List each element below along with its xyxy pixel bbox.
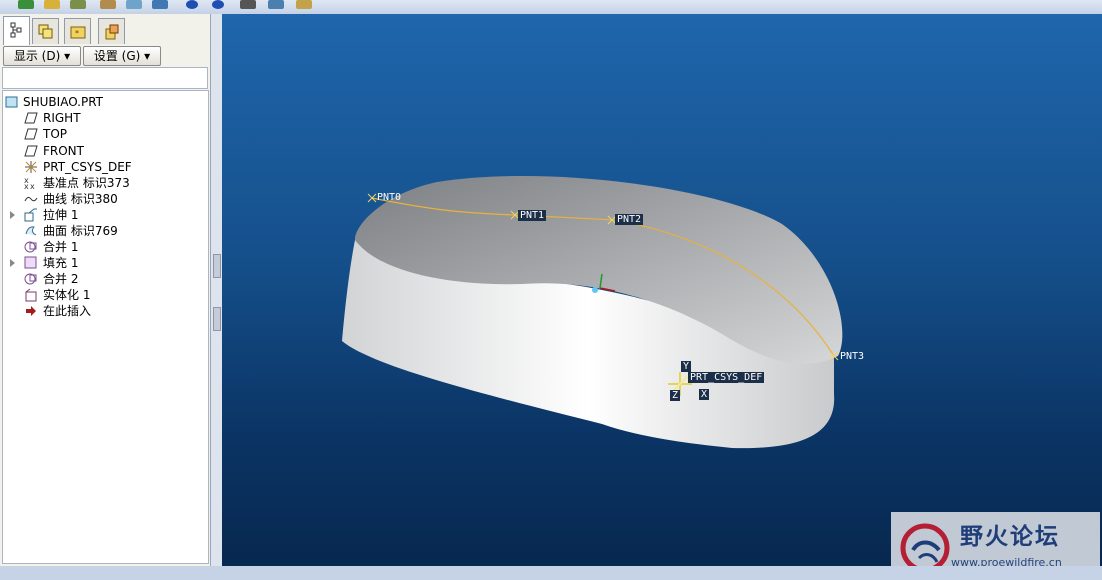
merge-icon: [24, 273, 37, 285]
regenerate-all-icon[interactable]: [212, 0, 224, 9]
tools-icon[interactable]: [296, 0, 312, 9]
extrude-icon: [24, 208, 37, 222]
pnt2-label[interactable]: PNT2: [615, 214, 644, 225]
favorites-icon: [105, 24, 119, 40]
navigator-panel: * 显示 (D) ▾ 设置 (G) ▾ SHUBIAO.PRT RIGHT TO…: [0, 14, 211, 566]
tab-favorites[interactable]: [98, 18, 125, 44]
model-tree: SHUBIAO.PRT RIGHT TOP FRONT PRT_CSYS_DEF…: [2, 90, 209, 564]
tab-layers[interactable]: [32, 18, 59, 44]
graphics-viewport[interactable]: PNT0 PNT1 PNT2 PNT3 PRT_CSYS_DEF Y Z X 野…: [222, 14, 1102, 566]
curve-icon: [24, 196, 38, 202]
settings-menu-button[interactable]: 设置 (G) ▾: [83, 46, 161, 66]
datum-plane-icon[interactable]: [152, 0, 168, 9]
datum-plane-icon: [24, 145, 38, 157]
svg-text:x: x: [24, 182, 29, 190]
folder-browser-icon: *: [70, 26, 86, 39]
regenerate-icon[interactable]: [186, 0, 198, 9]
solidify-icon: [25, 288, 37, 302]
sketch-icon[interactable]: [44, 0, 60, 9]
watermark-title: 野火论坛: [960, 524, 1060, 550]
csys-axis-y-label: Y: [681, 361, 692, 372]
coordinate-system-icon: [25, 161, 37, 173]
forum-watermark: 野火论坛 www.proewildfire.cn: [891, 512, 1100, 566]
datum-plane-icon: [24, 128, 38, 140]
expand-arrow-icon[interactable]: [10, 259, 15, 267]
status-bar: [0, 566, 1102, 580]
layers-icon: [38, 24, 53, 39]
csys-axis-x-label: X: [699, 389, 710, 400]
measure-icon[interactable]: [100, 0, 116, 9]
show-menu-button[interactable]: 显示 (D) ▾: [3, 46, 81, 66]
fill-icon: [24, 256, 37, 269]
insert-here-arrow-icon: [26, 306, 36, 316]
panel-splitter[interactable]: [211, 14, 222, 566]
analysis-icon[interactable]: [126, 0, 142, 9]
merge-icon: [24, 241, 37, 253]
part-icon: [5, 96, 18, 108]
pnt3-label[interactable]: PNT3: [838, 351, 866, 362]
navigator-tabs: *: [0, 16, 210, 45]
datum-plane-icon: [24, 112, 38, 124]
csys-axis-z-label: Z: [670, 390, 681, 401]
expand-arrow-icon[interactable]: [10, 211, 15, 219]
model-canvas[interactable]: [222, 14, 1102, 566]
surface-icon: [25, 226, 37, 236]
collapse-left-handle[interactable]: [213, 254, 221, 278]
forum-logo-icon: [900, 523, 950, 566]
expand-right-handle[interactable]: [213, 307, 221, 331]
layer-icon[interactable]: [268, 0, 284, 9]
main-toolbar: [0, 0, 1102, 12]
view-manager-icon[interactable]: [240, 0, 256, 9]
watermark-url: www.proewildfire.cn: [951, 556, 1062, 566]
tree-filter-input[interactable]: [2, 67, 208, 89]
tab-model-tree[interactable]: [3, 16, 30, 45]
pnt1-label[interactable]: PNT1: [518, 210, 547, 221]
tab-folder-browser[interactable]: *: [64, 18, 91, 44]
csys-label[interactable]: PRT_CSYS_DEF: [688, 372, 765, 383]
datum-point-icon: x x x: [24, 176, 35, 190]
navigator-menus: 显示 (D) ▾ 设置 (G) ▾: [2, 46, 208, 66]
svg-text:x: x: [30, 182, 35, 190]
tree-root-label: SHUBIAO.PRT: [23, 95, 103, 109]
datum-point-tool-icon[interactable]: [18, 0, 34, 9]
axis-tool-icon[interactable]: [70, 0, 86, 9]
pnt0-label[interactable]: PNT0: [375, 192, 403, 203]
model-tree-icon: [10, 22, 22, 38]
svg-text:*: *: [75, 29, 79, 38]
